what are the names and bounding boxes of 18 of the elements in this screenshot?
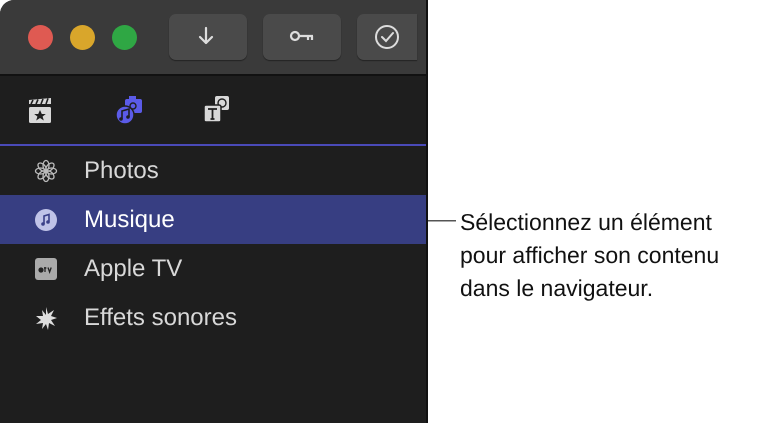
callout-text: Sélectionnez un élément pour afficher son contenu dans le navigateur.	[460, 208, 720, 303]
checkmark-circle-icon	[374, 25, 400, 49]
starburst-icon	[34, 306, 58, 330]
tv-icon	[34, 256, 58, 280]
music-note-icon	[34, 208, 58, 232]
close-button[interactable]	[28, 24, 53, 50]
music-camera-icon	[114, 95, 144, 125]
toolbar-button[interactable]	[263, 14, 341, 60]
sidebar-item[interactable]: Photos	[0, 146, 426, 195]
flower-icon	[34, 158, 58, 182]
sidebar-item[interactable]: Apple TV	[0, 244, 426, 293]
toolbar-button[interactable]	[169, 14, 247, 60]
toolbar-button[interactable]	[357, 14, 417, 60]
zoom-button[interactable]	[112, 24, 137, 50]
leader-line	[428, 220, 456, 222]
sidebar-item[interactable]: Effets sonores	[0, 293, 426, 342]
minimize-button[interactable]	[70, 24, 95, 50]
sidebar-item[interactable]: Musique	[0, 195, 426, 244]
